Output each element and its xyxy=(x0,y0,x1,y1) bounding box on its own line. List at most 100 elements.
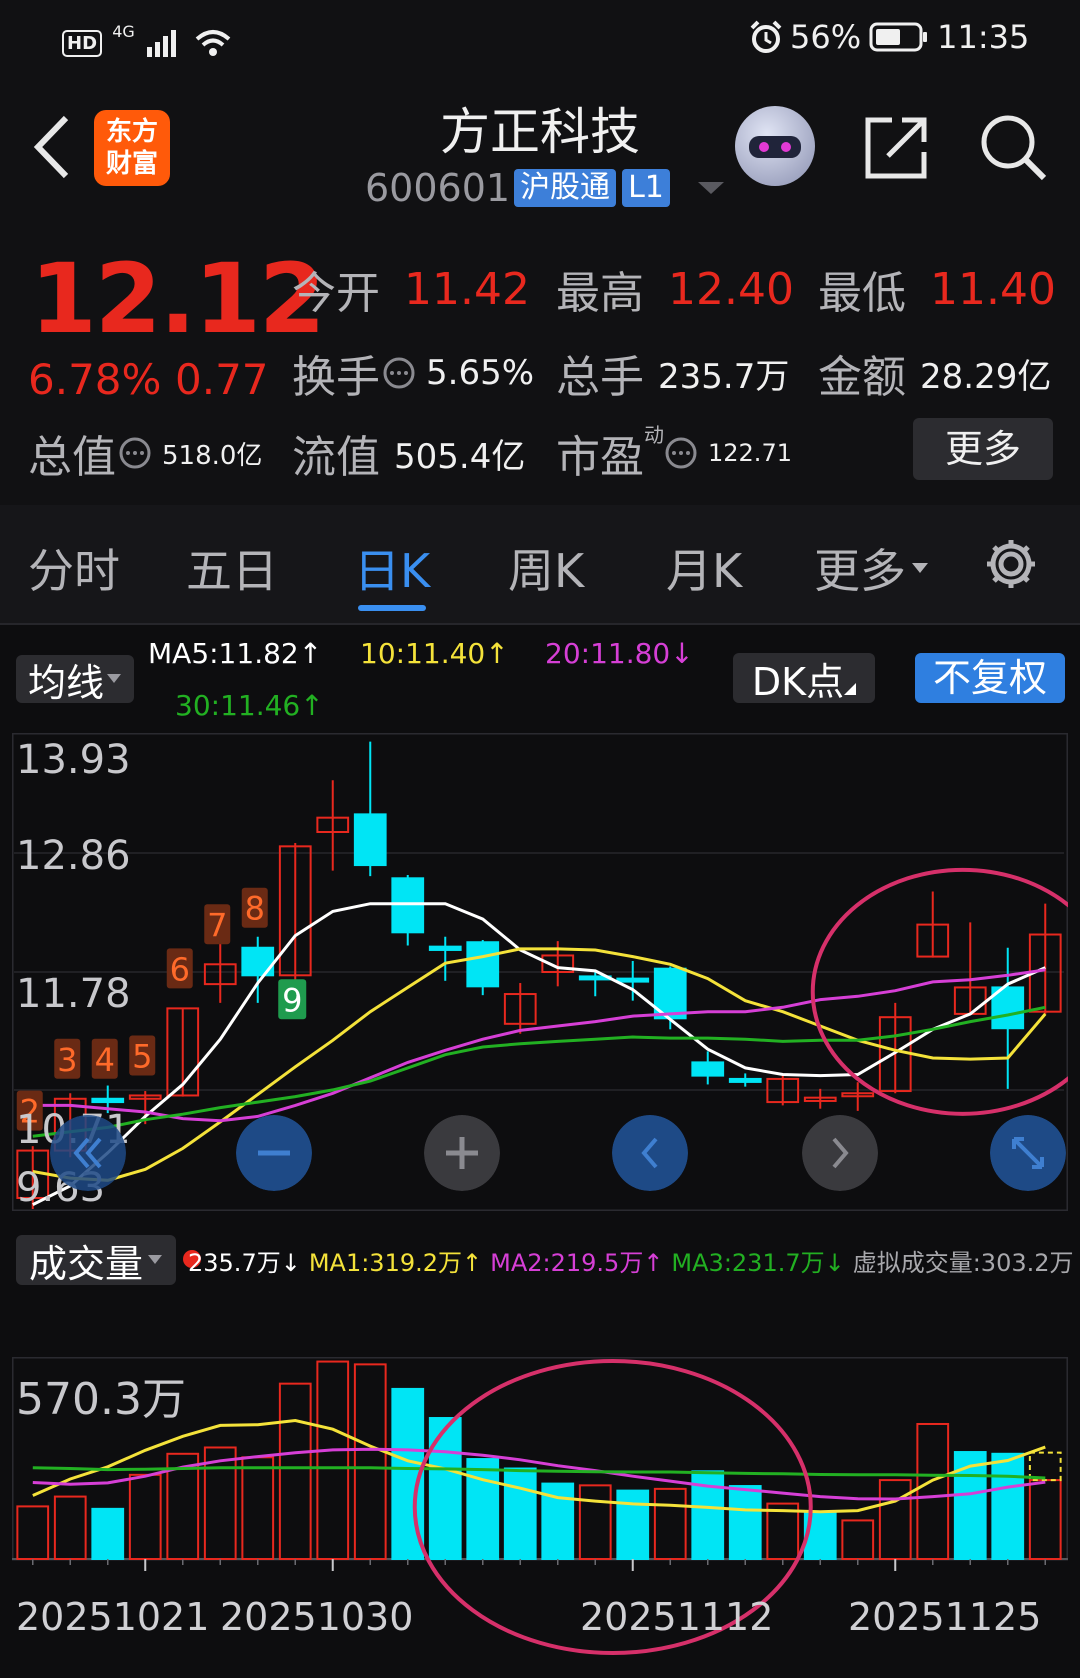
high-label: 最高 xyxy=(556,268,644,319)
y-tick-label: 11.78 xyxy=(16,971,131,1017)
down-candle xyxy=(91,1097,125,1104)
hd-badge: HD xyxy=(62,29,103,57)
share-icon[interactable] xyxy=(862,114,930,182)
double-left-arrow-icon[interactable] xyxy=(50,1115,126,1191)
up-volume-bar xyxy=(53,1495,87,1561)
up-volume-bar xyxy=(1028,1479,1062,1560)
left-arrow-icon[interactable] xyxy=(612,1115,688,1191)
tab-intraday[interactable]: 分时 xyxy=(28,535,120,601)
svg-text:7: 7 xyxy=(207,906,227,944)
amount-value: 28.29亿 xyxy=(920,356,1052,397)
svg-text:9: 9 xyxy=(282,981,302,1019)
x-tick-label: 20251030 xyxy=(220,1595,414,1639)
status-bar: HD 4G 56% 11:35 xyxy=(0,0,1080,78)
current-price: 12.12 xyxy=(30,243,326,355)
up-volume-bar xyxy=(578,1484,612,1560)
down-candle xyxy=(428,945,462,951)
x-tick-label: 20251125 xyxy=(848,1595,1042,1639)
float-cap-label: 流值 xyxy=(292,432,380,483)
down-candle xyxy=(691,1061,725,1077)
tab-monthly-k[interactable]: 月K xyxy=(666,535,742,601)
info-icon[interactable] xyxy=(664,436,698,470)
fullscreen-icon[interactable] xyxy=(990,1115,1066,1191)
dk-point-button[interactable]: DK点 xyxy=(733,653,875,704)
high-value: 12.40 xyxy=(668,263,794,315)
zoom-out-icon[interactable] xyxy=(236,1115,312,1191)
up-volume-bar xyxy=(878,1479,912,1560)
volume-current: 235.7万↓ xyxy=(188,1249,301,1277)
svg-text:5: 5 xyxy=(132,1037,152,1075)
tab-weekly-k[interactable]: 周K xyxy=(508,535,584,601)
corner-triangle-icon xyxy=(844,683,857,695)
chevron-down-icon xyxy=(107,674,121,683)
info-icon[interactable] xyxy=(382,356,416,390)
volume-indicator-select[interactable]: 成交量 xyxy=(16,1235,176,1286)
down-volume-bar xyxy=(503,1467,537,1560)
svg-text:8: 8 xyxy=(245,890,265,928)
chevron-down-icon xyxy=(912,563,928,573)
pe-value: 122.71 xyxy=(708,439,792,467)
ma30-line xyxy=(32,1005,1046,1138)
up-volume-bar xyxy=(241,1456,275,1560)
turnover-value: 5.65% xyxy=(426,353,535,393)
up-volume-bar xyxy=(128,1473,162,1560)
info-icon[interactable] xyxy=(118,436,152,470)
volume-ma2: MA2:219.5万↑ xyxy=(490,1249,664,1277)
zoom-in-icon[interactable] xyxy=(424,1115,500,1191)
ma10-value: 10:11.40↑ xyxy=(360,637,509,670)
stock-code: 600601 xyxy=(365,166,511,210)
alarm-clock-icon xyxy=(750,20,782,53)
down-volume-bar xyxy=(91,1507,125,1560)
open-value: 11.42 xyxy=(404,263,530,315)
up-volume-bar xyxy=(203,1446,237,1560)
kline-chart[interactable]: 23 4 567 89 xyxy=(12,733,1068,1211)
y-tick-label: 13.93 xyxy=(16,737,131,783)
up-volume-bar xyxy=(653,1487,687,1561)
right-arrow-icon[interactable] xyxy=(802,1115,878,1191)
ma-indicator-select[interactable]: 均线 xyxy=(16,655,134,705)
down-candle xyxy=(353,813,387,867)
low-label: 最低 xyxy=(818,268,906,319)
tab-daily-k[interactable]: 日K xyxy=(354,535,430,601)
change-amount: 0.77 xyxy=(175,355,269,404)
search-icon[interactable] xyxy=(978,112,1048,182)
volume-ma1: MA1:319.2万↑ xyxy=(308,1249,483,1277)
up-volume-bar xyxy=(16,1505,50,1560)
ma20-value: 20:11.80↓ xyxy=(545,637,694,670)
tab-more[interactable]: 更多 xyxy=(814,535,930,601)
down-volume-bar xyxy=(616,1489,650,1561)
up-volume-bar xyxy=(841,1519,875,1560)
svg-text:6: 6 xyxy=(170,950,190,988)
chevron-down-icon[interactable] xyxy=(696,178,726,198)
more-quote-button[interactable]: 更多 xyxy=(913,418,1053,480)
y-tick-label: 12.86 xyxy=(16,833,131,879)
market-cap-label: 总值 xyxy=(28,432,116,483)
market-cap-value: 518.0亿 xyxy=(162,440,263,471)
down-volume-bar xyxy=(466,1458,500,1560)
down-candle xyxy=(728,1077,762,1083)
amount-label: 金额 xyxy=(818,352,906,403)
clock-time: 11:35 xyxy=(937,18,1030,56)
up-day-marker: 4 xyxy=(91,1038,118,1079)
down-candle xyxy=(391,877,425,934)
change-percent: 6.78% xyxy=(28,355,162,404)
battery-percent: 56% xyxy=(790,18,862,56)
robot-avatar[interactable] xyxy=(735,106,815,186)
down-volume-bar xyxy=(428,1417,462,1561)
level-tag: L1 xyxy=(622,169,670,207)
gear-icon[interactable] xyxy=(982,535,1040,593)
up-day-marker: 3 xyxy=(54,1038,81,1079)
up-volume-bar xyxy=(916,1422,950,1561)
down-volume-bar xyxy=(953,1451,987,1560)
down-volume-bar xyxy=(728,1485,762,1560)
tab-five-day[interactable]: 五日 xyxy=(186,535,278,601)
network-type: 4G xyxy=(112,22,135,41)
ma30-value: 30:11.46↑ xyxy=(175,689,324,722)
adjust-mode-button[interactable]: 不复权 xyxy=(915,653,1065,703)
volume-value: 235.7万 xyxy=(658,356,790,397)
turnover-label: 换手 xyxy=(292,352,380,403)
chart-area: 均线 MA5:11.82↑ 10:11.40↑ 20:11.80↓ 30:11.… xyxy=(0,625,1080,1678)
period-tabs: 分时 五日 日K 周K 月K 更多 xyxy=(0,505,1080,625)
up-volume-bar xyxy=(316,1360,350,1560)
virtual-volume: 虚拟成交量:303.2万 xyxy=(852,1249,1074,1277)
